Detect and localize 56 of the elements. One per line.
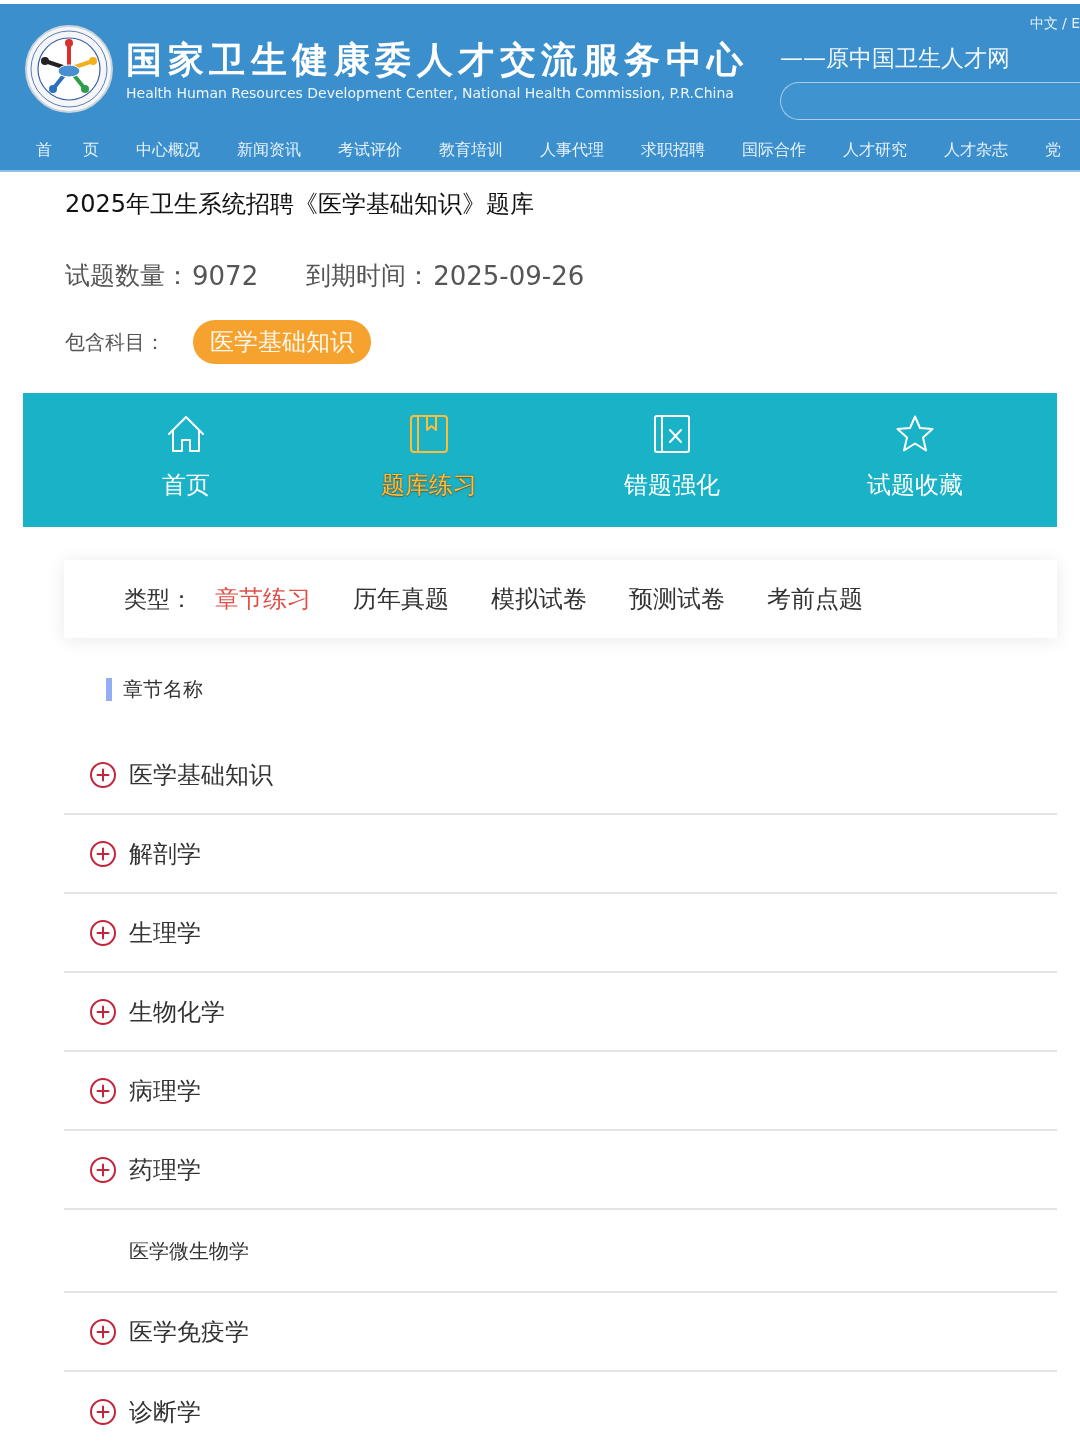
plus-circle-icon	[90, 998, 116, 1025]
nav-link[interactable]: 新闻资讯	[236, 139, 301, 161]
former-site-name: ——原中国卫生人才网	[780, 44, 1010, 73]
filter-option[interactable]: 考前点题	[767, 583, 863, 615]
emblem-logo-icon	[25, 25, 113, 113]
site-subtitle: Health Human Resources Development Center, National Health Commission, P.R.China	[126, 84, 735, 103]
filter-option[interactable]: 模拟试卷	[491, 583, 587, 615]
nav-link[interactable]: 人才研究	[842, 139, 907, 161]
chapter-item[interactable]: 生物化学	[64, 973, 1057, 1052]
bank-title: 2025年卫生系统招聘《医学基础知识》题库	[65, 189, 536, 220]
filter-label: 类型：	[124, 585, 193, 614]
tab[interactable]: 首页	[64, 393, 307, 527]
plus-circle-icon	[90, 840, 116, 867]
book-icon	[409, 415, 448, 453]
plus-circle-icon	[90, 1398, 116, 1425]
chapter-item[interactable]: 诊断学	[64, 1372, 1057, 1451]
star-icon	[895, 415, 934, 453]
language-link[interactable]: 中文 / E	[1029, 14, 1080, 32]
crossed-page-icon	[652, 415, 691, 453]
plus-circle-icon	[90, 761, 116, 788]
chapter-item[interactable]: 医学微生物学	[64, 1210, 1057, 1293]
nav-link[interactable]: 中心概况	[135, 139, 200, 161]
subject-tag: 医学基础知识	[193, 320, 371, 364]
plus-circle-icon	[90, 919, 116, 946]
section-heading: 章节名称	[123, 676, 203, 703]
nav-link[interactable]: 求职招聘	[640, 139, 705, 161]
nav-link[interactable]: 教育培训	[438, 139, 503, 161]
chapter-item[interactable]: 医学免疫学	[64, 1293, 1057, 1372]
chapter-item[interactable]: 生理学	[64, 894, 1057, 973]
stat-value: 2025-09-26	[433, 260, 585, 293]
nav-link[interactable]: 首 页	[36, 139, 99, 161]
nav-link[interactable]: 党	[1044, 139, 1061, 161]
stat-value: 9072	[192, 260, 259, 293]
nav-link[interactable]: 考试评价	[337, 139, 402, 161]
tab[interactable]: 错题强化	[550, 393, 793, 527]
nav-link[interactable]: 国际合作	[741, 139, 806, 161]
house-icon	[166, 415, 205, 453]
nav-link[interactable]: 人事代理	[539, 139, 604, 161]
subjects-label: 包含科目：	[65, 329, 165, 356]
chapter-item[interactable]: 医学基础知识	[64, 736, 1057, 815]
chapter-item[interactable]: 药理学	[64, 1131, 1057, 1210]
plus-circle-icon	[90, 1156, 116, 1183]
chapter-item[interactable]: 解剖学	[64, 815, 1057, 894]
plus-circle-icon	[90, 1318, 116, 1345]
tab[interactable]: 试题收藏	[793, 393, 1036, 527]
stat-label: 到期时间：	[306, 260, 432, 292]
plus-circle-icon	[90, 1077, 116, 1104]
search-field[interactable]	[780, 82, 1080, 120]
site-title: 国家卫生健康委人才交流服务中心	[126, 39, 749, 81]
heading-accent-bar	[106, 677, 112, 701]
nav-link[interactable]: 人才杂志	[943, 139, 1008, 161]
chapter-item[interactable]: 病理学	[64, 1052, 1057, 1131]
filter-option[interactable]: 章节练习	[215, 583, 311, 615]
filter-option[interactable]: 历年真题	[353, 583, 449, 615]
filter-option[interactable]: 预测试卷	[629, 583, 725, 615]
stat-label: 试题数量：	[65, 260, 190, 292]
